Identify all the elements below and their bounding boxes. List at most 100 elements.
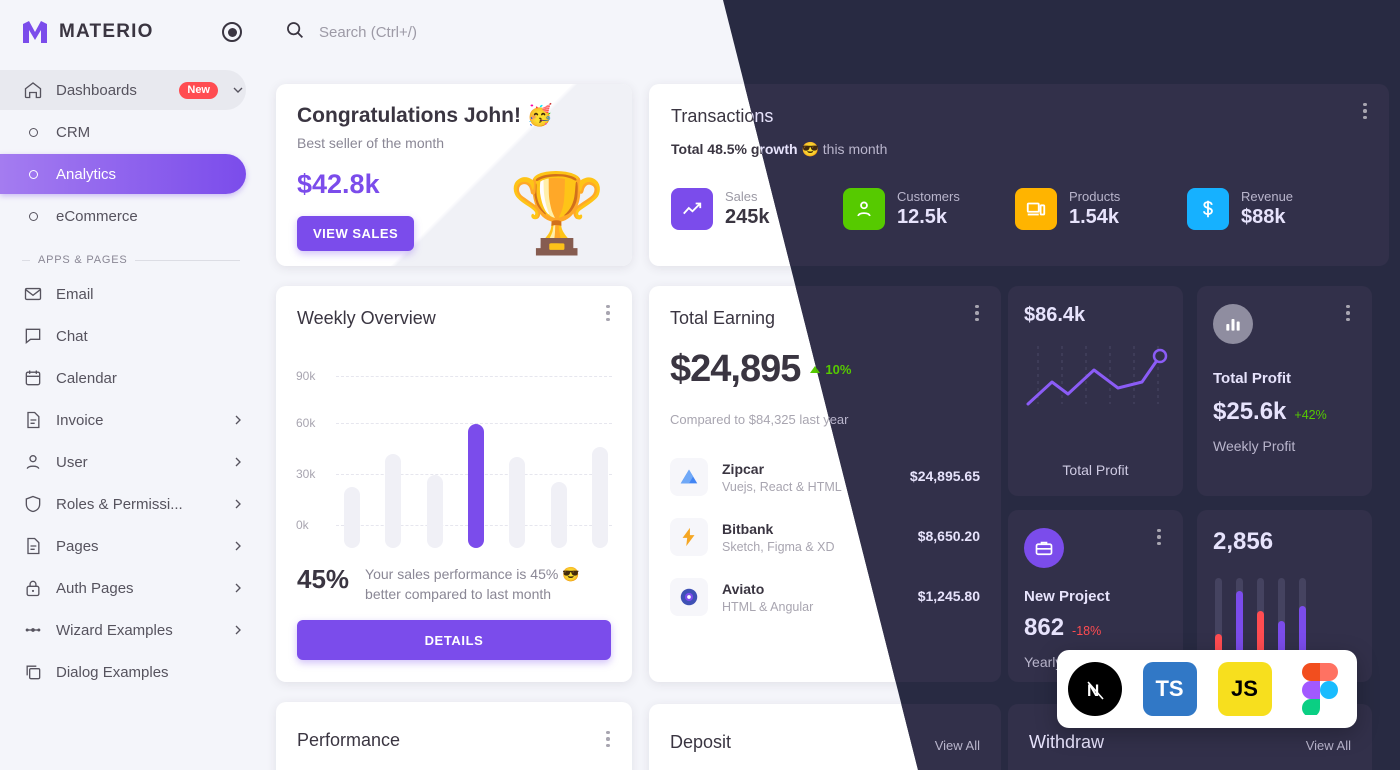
weekly-bar <box>550 482 567 548</box>
sidebar-item-chat[interactable]: Chat <box>0 316 246 356</box>
sidebar-item-calendar[interactable]: Calendar <box>0 358 246 398</box>
earning-row-name: Zipcar <box>722 460 765 477</box>
tech-stack-card: N TS JS <box>1057 650 1357 728</box>
earning-menu-button[interactable] <box>967 300 987 326</box>
sidebar-item-user[interactable]: User <box>0 442 246 482</box>
weekly-bar <box>591 447 608 548</box>
y-tick-label: 90k <box>296 369 316 383</box>
nextjs-logo-icon[interactable]: N <box>1067 662 1122 716</box>
lock-icon <box>22 577 44 599</box>
sidebar-item-label: Pages <box>56 537 99 555</box>
chevron-right-icon <box>230 622 246 638</box>
sidebar-item-wizard-examples[interactable]: Wizard Examples <box>0 610 246 650</box>
sidebar-item-label: Email <box>56 285 94 303</box>
chevron-right-icon <box>230 496 246 512</box>
y-tick-label: 60k <box>296 416 316 430</box>
trophy-icon: 🏆 <box>508 169 606 257</box>
deposit-view-all-link[interactable]: View All <box>935 738 980 753</box>
sidebar-nav: Dashboards New CRM Analytics eCommerce A… <box>0 64 260 770</box>
sidebar-item-analytics[interactable]: Analytics <box>0 154 246 194</box>
javascript-logo-icon[interactable]: JS <box>1217 662 1272 716</box>
earning-row-tech: Sketch, Figma & XD <box>722 539 835 554</box>
file-icon <box>22 409 44 431</box>
sidebar-item-label: CRM <box>56 123 91 141</box>
javascript-logo-text: JS <box>1231 676 1258 701</box>
sidebar-item-label: Dashboards <box>56 81 137 99</box>
stat-label: Sales <box>725 189 758 204</box>
trending-up-icon <box>671 188 713 230</box>
aviato-logo-icon <box>670 578 708 616</box>
line-chart-sparkline <box>1022 342 1170 420</box>
earning-amount: $24,895 <box>670 348 801 390</box>
sidebar-item-dialog-examples[interactable]: Dialog Examples <box>0 652 246 692</box>
chevron-right-icon <box>230 538 246 554</box>
weekly-bar <box>426 475 443 548</box>
weekly-menu-button[interactable] <box>598 300 618 326</box>
sidebar-item-email[interactable]: Email <box>0 274 246 314</box>
withdraw-title: Withdraw <box>1029 732 1105 752</box>
earning-row-tech: Vuejs, React & HTML <box>722 479 842 494</box>
view-sales-button[interactable]: VIEW SALES <box>297 216 415 251</box>
sidebar-item-invoice[interactable]: Invoice <box>0 400 246 440</box>
search-input[interactable] <box>319 23 619 41</box>
stat-label: Revenue <box>1241 189 1294 204</box>
new-project-title: New Project <box>1024 588 1110 605</box>
bitbank-logo-icon <box>670 518 708 556</box>
home-icon <box>22 79 44 101</box>
section-label-text: APPS & PAGES <box>38 254 128 266</box>
dots-line-icon <box>22 619 44 641</box>
weekly-percent: 45% <box>297 564 350 594</box>
weekly-profit-card: Total Profit $25.6k +42% Weekly Profit <box>1197 286 1372 496</box>
earning-row-name: Aviato <box>722 580 765 597</box>
stat-label: Customers <box>897 189 960 204</box>
search-icon <box>284 19 305 45</box>
earning-row-value: $24,895.65 <box>909 468 980 484</box>
sidebar-item-roles-permissions[interactable]: Roles & Permissi... <box>0 484 246 524</box>
weekly-details-button[interactable]: DETAILS <box>297 620 611 660</box>
weekly-title: Weekly Overview <box>297 308 436 328</box>
sidebar-item-pages[interactable]: Pages <box>0 526 246 566</box>
earning-row-value: $8,650.20 <box>917 528 980 544</box>
sidebar: MATERIO Dashboards New CRM Analytics eCo… <box>0 0 260 770</box>
stat-value: 245k <box>725 206 770 228</box>
earning-title: Total Earning <box>670 308 776 328</box>
figma-logo-icon[interactable] <box>1293 662 1347 716</box>
chevron-down-icon <box>230 82 246 98</box>
briefcase-icon <box>1024 528 1064 568</box>
earning-row-name: Bitbank <box>722 520 774 537</box>
stat-label: Products <box>1069 189 1121 204</box>
user-icon <box>22 451 44 473</box>
performance-card: Performance <box>276 702 632 770</box>
weekly-profit-delta: +42% <box>1294 408 1327 422</box>
sidebar-item-dashboards[interactable]: Dashboards New <box>0 70 246 110</box>
devices-icon <box>1015 188 1057 230</box>
withdraw-view-all-link[interactable]: View All <box>1306 738 1351 753</box>
earning-compared: Compared to $84,325 last year <box>670 412 849 427</box>
weekly-profit-value: $25.6k <box>1213 398 1287 425</box>
sidebar-item-crm[interactable]: CRM <box>0 112 246 152</box>
sidebar-item-label: eCommerce <box>56 207 138 225</box>
radio-circle-icon[interactable] <box>222 22 242 42</box>
sidebar-item-label: Analytics <box>56 165 117 183</box>
sidebar-item-ecommerce[interactable]: eCommerce <box>0 196 246 236</box>
deposit-title: Deposit <box>670 732 732 752</box>
stat-revenue: Revenue $88k <box>1187 188 1359 230</box>
sidebar-item-label: Chat <box>56 327 88 345</box>
weekly-profit-menu-button[interactable] <box>1338 300 1358 326</box>
weekly-bars <box>344 388 608 548</box>
typescript-logo-icon[interactable]: TS <box>1142 662 1197 716</box>
transactions-menu-button[interactable] <box>1355 98 1375 124</box>
chevron-right-icon <box>230 412 246 428</box>
performance-menu-button[interactable] <box>598 726 618 752</box>
sidebar-item-auth-pages[interactable]: Auth Pages <box>0 568 246 608</box>
total-profit-value: $86.4k <box>1024 304 1086 326</box>
weekly-footer: 45% Your sales performance is 45% 😎 bett… <box>297 564 613 605</box>
sidebar-item-label: Wizard Examples <box>56 621 173 639</box>
weekly-bar-chart: 90k 60k 30k 0k <box>296 358 612 548</box>
sidebar-item-label: Invoice <box>56 411 104 429</box>
earning-delta-value: 10% <box>825 362 852 377</box>
brand-header: MATERIO <box>0 0 260 64</box>
new-project-menu-button[interactable] <box>1149 524 1169 550</box>
stat-value: 12.5k <box>897 206 948 228</box>
y-tick-label: 30k <box>296 467 316 481</box>
